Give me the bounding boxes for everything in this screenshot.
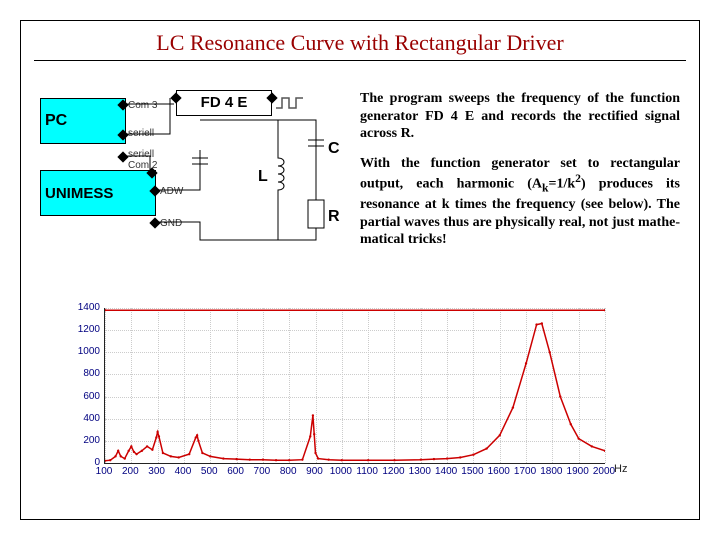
- circuit-schematic: PC UNIMESS FD 4 E Com 3 seriell seriell …: [40, 90, 345, 260]
- x-tick: 500: [201, 466, 218, 477]
- y-tick: 200: [60, 435, 100, 446]
- x-tick: 1800: [540, 466, 562, 477]
- x-tick: 700: [254, 466, 271, 477]
- paragraph-1: The program sweeps the frequency of the …: [360, 90, 680, 143]
- y-tick: 1000: [60, 346, 100, 357]
- y-tick: 1200: [60, 324, 100, 335]
- x-tick: 1100: [356, 466, 378, 477]
- x-tick: 300: [148, 466, 165, 477]
- y-tick: 0: [60, 457, 100, 468]
- x-tick: 2000: [593, 466, 615, 477]
- x-tick: 1500: [461, 466, 483, 477]
- x-tick: 800: [280, 466, 297, 477]
- x-tick: 1300: [409, 466, 431, 477]
- x-tick: 600: [227, 466, 244, 477]
- wires: [40, 90, 345, 260]
- x-tick: 1900: [567, 466, 589, 477]
- y-tick: 600: [60, 391, 100, 402]
- paragraph-2: With the function generator set to recta…: [360, 155, 680, 249]
- x-tick: 1600: [488, 466, 510, 477]
- y-tick: 1400: [60, 302, 100, 313]
- x-tick: 1000: [330, 466, 352, 477]
- y-tick: 400: [60, 413, 100, 424]
- x-tick: 1200: [382, 466, 404, 477]
- x-tick: 200: [122, 466, 139, 477]
- page-title: LC Resonance Curve with Rectangular Driv…: [0, 30, 720, 56]
- x-tick: 100: [96, 466, 113, 477]
- x-tick: 1700: [514, 466, 536, 477]
- body-text: The program sweeps the frequency of the …: [360, 90, 680, 261]
- y-tick: 800: [60, 368, 100, 379]
- x-tick: 900: [306, 466, 323, 477]
- resonance-chart: 0 200 400 600 800 1000 1200 1400 100 200 300 400 50…: [60, 300, 650, 490]
- title-underline: [34, 60, 686, 61]
- x-tick: 400: [175, 466, 192, 477]
- plot-line: [105, 308, 605, 463]
- x-tick: 1400: [435, 466, 457, 477]
- x-axis-unit: Hz: [614, 463, 627, 475]
- plot-area: [104, 308, 605, 464]
